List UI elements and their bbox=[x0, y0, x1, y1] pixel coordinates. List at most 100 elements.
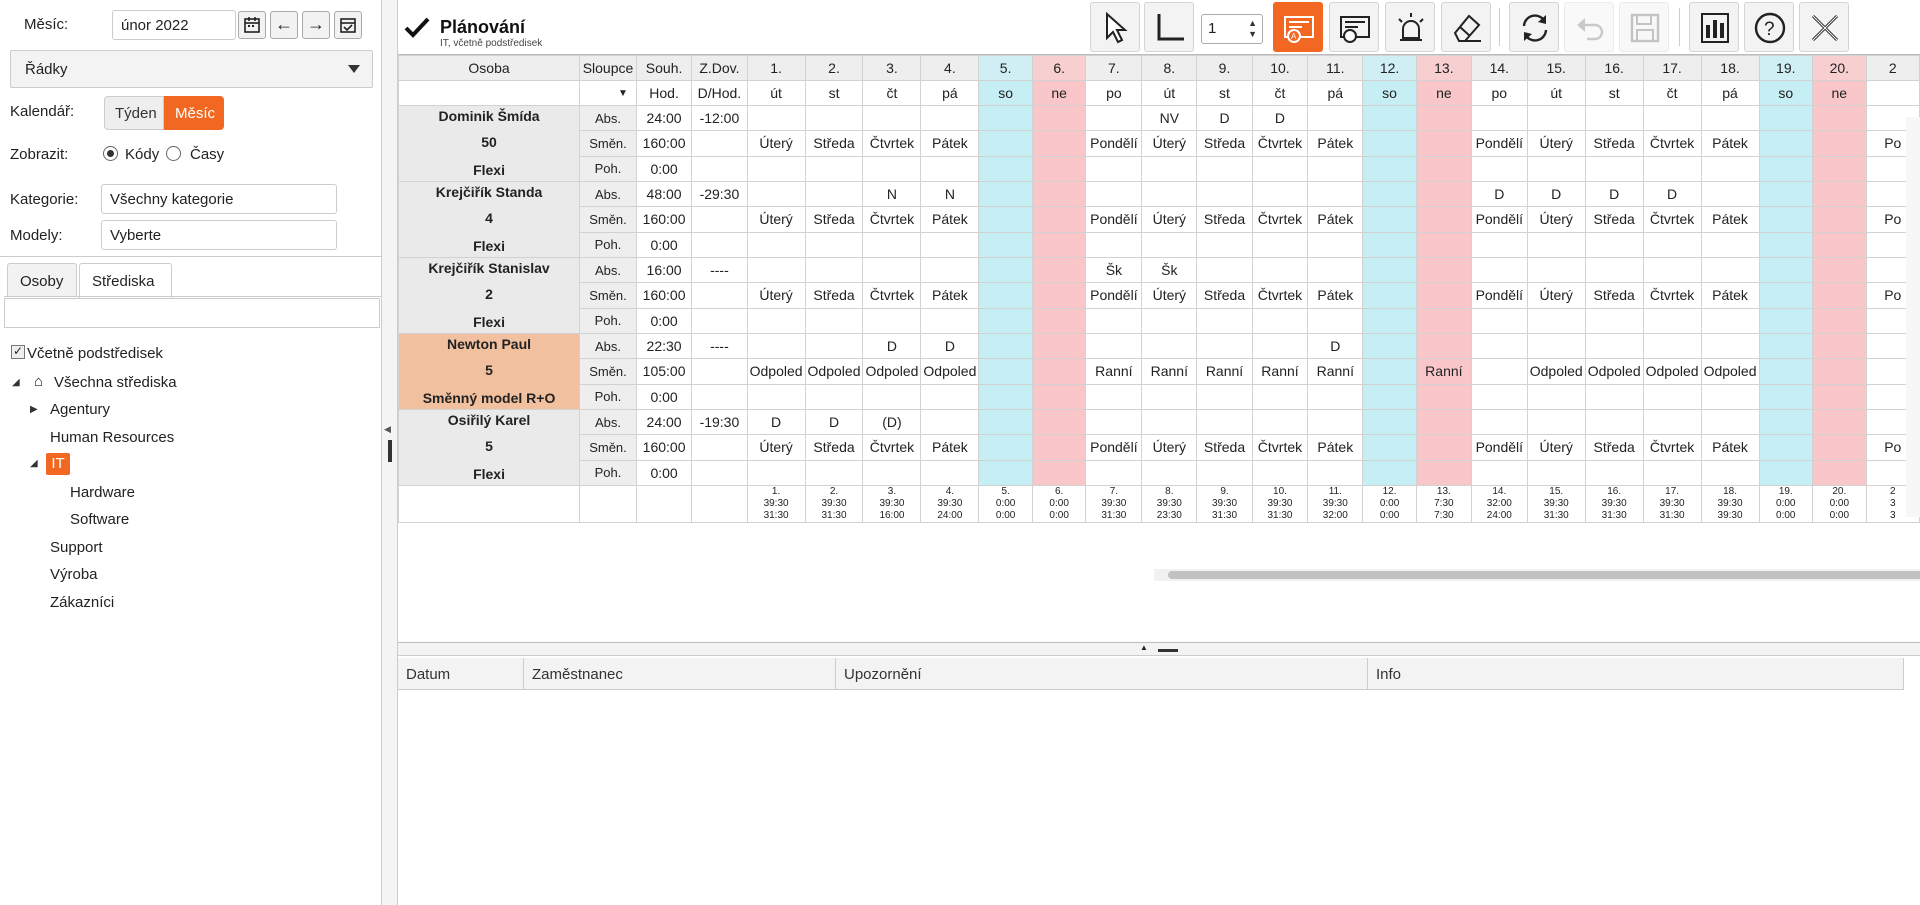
movement-day-cell[interactable] bbox=[1526, 383, 1586, 411]
shift-day-cell[interactable] bbox=[1415, 130, 1472, 157]
absence-day-cell[interactable]: D bbox=[1642, 180, 1702, 208]
movement-day-cell[interactable] bbox=[804, 307, 864, 335]
close-button[interactable] bbox=[1799, 2, 1849, 52]
shift-day-cell[interactable]: Odpoled bbox=[1584, 358, 1644, 385]
absence-day-cell[interactable] bbox=[978, 104, 1033, 132]
movement-day-cell[interactable] bbox=[1415, 307, 1472, 335]
shift-day-cell[interactable]: Úterý bbox=[1141, 206, 1198, 233]
absence-day-cell[interactable]: D bbox=[862, 332, 922, 360]
shift-day-cell[interactable]: Odpoled bbox=[1700, 358, 1760, 385]
shift-day-cell[interactable] bbox=[1415, 434, 1472, 461]
absence-day-cell[interactable] bbox=[1642, 104, 1702, 132]
help-button[interactable]: ? bbox=[1744, 2, 1794, 52]
shift-day-cell[interactable]: Čtvrtek bbox=[1251, 130, 1309, 157]
movement-day-cell[interactable] bbox=[1642, 155, 1702, 183]
movement-day-cell[interactable] bbox=[1307, 307, 1364, 335]
absence-day-cell[interactable] bbox=[978, 180, 1033, 208]
template-button[interactable] bbox=[1329, 2, 1379, 52]
absence-day-cell[interactable] bbox=[1362, 332, 1417, 360]
shift-day-cell[interactable]: Čtvrtek bbox=[1642, 282, 1702, 309]
absence-day-cell[interactable] bbox=[1758, 256, 1814, 284]
movement-day-cell[interactable] bbox=[1196, 155, 1253, 183]
absence-day-cell[interactable] bbox=[1085, 408, 1143, 436]
alerts-col-employee[interactable]: Zaměstnanec bbox=[524, 658, 836, 690]
absence-day-cell[interactable] bbox=[1196, 180, 1253, 208]
shift-day-cell[interactable] bbox=[1362, 282, 1417, 309]
movement-day-cell[interactable] bbox=[1584, 307, 1644, 335]
movement-day-cell[interactable] bbox=[804, 231, 864, 259]
tree-search-input[interactable] bbox=[4, 298, 380, 328]
shift-day-cell[interactable]: Středa bbox=[1584, 206, 1644, 233]
shift-day-cell[interactable] bbox=[1031, 206, 1087, 233]
movement-day-cell[interactable] bbox=[1362, 459, 1417, 487]
shift-day-cell[interactable] bbox=[1812, 434, 1867, 461]
absence-day-cell[interactable] bbox=[1031, 332, 1087, 360]
next-month-button[interactable]: → bbox=[302, 11, 330, 39]
movement-day-cell[interactable] bbox=[1141, 155, 1198, 183]
shift-day-cell[interactable]: Středa bbox=[804, 282, 864, 309]
movement-day-cell[interactable] bbox=[1031, 155, 1087, 183]
movement-day-cell[interactable] bbox=[804, 459, 864, 487]
movement-day-cell[interactable] bbox=[1584, 383, 1644, 411]
absence-day-cell[interactable] bbox=[1700, 256, 1760, 284]
movement-day-cell[interactable] bbox=[862, 155, 922, 183]
absence-day-cell[interactable] bbox=[1307, 180, 1364, 208]
absence-day-cell[interactable] bbox=[1812, 180, 1867, 208]
movement-day-cell[interactable] bbox=[978, 155, 1033, 183]
shift-day-cell[interactable]: Pátek bbox=[1700, 206, 1760, 233]
movement-day-cell[interactable] bbox=[978, 459, 1033, 487]
absence-day-cell[interactable] bbox=[1758, 104, 1814, 132]
shift-day-cell[interactable]: Středa bbox=[804, 434, 864, 461]
shift-day-cell[interactable]: Čtvrtek bbox=[1251, 282, 1309, 309]
employee-cell[interactable]: Newton Paul 5 Směnný model R+O bbox=[398, 333, 581, 410]
movement-day-cell[interactable] bbox=[1470, 231, 1528, 259]
movement-day-cell[interactable] bbox=[1307, 155, 1364, 183]
absence-day-cell[interactable] bbox=[862, 104, 922, 132]
movement-day-cell[interactable] bbox=[1584, 231, 1644, 259]
absence-day-cell[interactable] bbox=[1415, 332, 1472, 360]
absence-day-cell[interactable] bbox=[1758, 408, 1814, 436]
category-select[interactable]: Všechny kategorie bbox=[101, 184, 337, 214]
movement-day-cell[interactable] bbox=[920, 307, 980, 335]
tree-item-agentury[interactable]: Agentury bbox=[50, 401, 110, 418]
employee-name[interactable]: Osiřilý Karel bbox=[401, 411, 577, 436]
shift-day-cell[interactable] bbox=[1758, 358, 1814, 385]
movement-day-cell[interactable] bbox=[1470, 155, 1528, 183]
movement-day-cell[interactable] bbox=[1415, 383, 1472, 411]
movement-day-cell[interactable] bbox=[1812, 231, 1867, 259]
movement-day-cell[interactable] bbox=[1642, 383, 1702, 411]
absence-day-cell[interactable] bbox=[1085, 332, 1143, 360]
shift-day-cell[interactable]: Středa bbox=[1196, 434, 1253, 461]
shift-day-cell[interactable]: Pondělí bbox=[1470, 130, 1528, 157]
movement-day-cell[interactable] bbox=[1415, 155, 1472, 183]
movement-day-cell[interactable] bbox=[804, 383, 864, 411]
shift-day-cell[interactable] bbox=[1031, 282, 1087, 309]
employee-cell[interactable]: Krejčiřík Stanislav 2 Flexi bbox=[398, 257, 581, 334]
absence-day-cell[interactable] bbox=[1584, 408, 1644, 436]
shift-day-cell[interactable]: Pátek bbox=[1700, 130, 1760, 157]
movement-day-cell[interactable] bbox=[1526, 307, 1586, 335]
save-button[interactable] bbox=[1619, 2, 1669, 52]
movement-day-cell[interactable] bbox=[1526, 459, 1586, 487]
shift-day-cell[interactable]: Pondělí bbox=[1085, 282, 1143, 309]
shift-day-cell[interactable] bbox=[1362, 206, 1417, 233]
absence-day-cell[interactable]: (D) bbox=[862, 408, 922, 436]
movement-day-cell[interactable] bbox=[1141, 459, 1198, 487]
absence-day-cell[interactable] bbox=[1758, 332, 1814, 360]
shift-day-cell[interactable]: Úterý bbox=[1141, 434, 1198, 461]
absence-day-cell[interactable] bbox=[920, 104, 980, 132]
absence-day-cell[interactable] bbox=[1251, 256, 1309, 284]
movement-day-cell[interactable] bbox=[920, 231, 980, 259]
movement-day-cell[interactable] bbox=[746, 307, 806, 335]
absence-day-cell[interactable] bbox=[1415, 104, 1472, 132]
tree-item-vyroba[interactable]: Výroba bbox=[50, 566, 98, 583]
movement-day-cell[interactable] bbox=[1642, 459, 1702, 487]
shift-day-cell[interactable] bbox=[1758, 130, 1814, 157]
movement-day-cell[interactable] bbox=[1307, 459, 1364, 487]
shift-day-cell[interactable]: Pátek bbox=[1700, 434, 1760, 461]
absence-day-cell[interactable] bbox=[1642, 332, 1702, 360]
absence-day-cell[interactable] bbox=[1642, 408, 1702, 436]
movement-day-cell[interactable] bbox=[1526, 231, 1586, 259]
absence-day-cell[interactable] bbox=[1584, 332, 1644, 360]
absence-day-cell[interactable]: D bbox=[746, 408, 806, 436]
